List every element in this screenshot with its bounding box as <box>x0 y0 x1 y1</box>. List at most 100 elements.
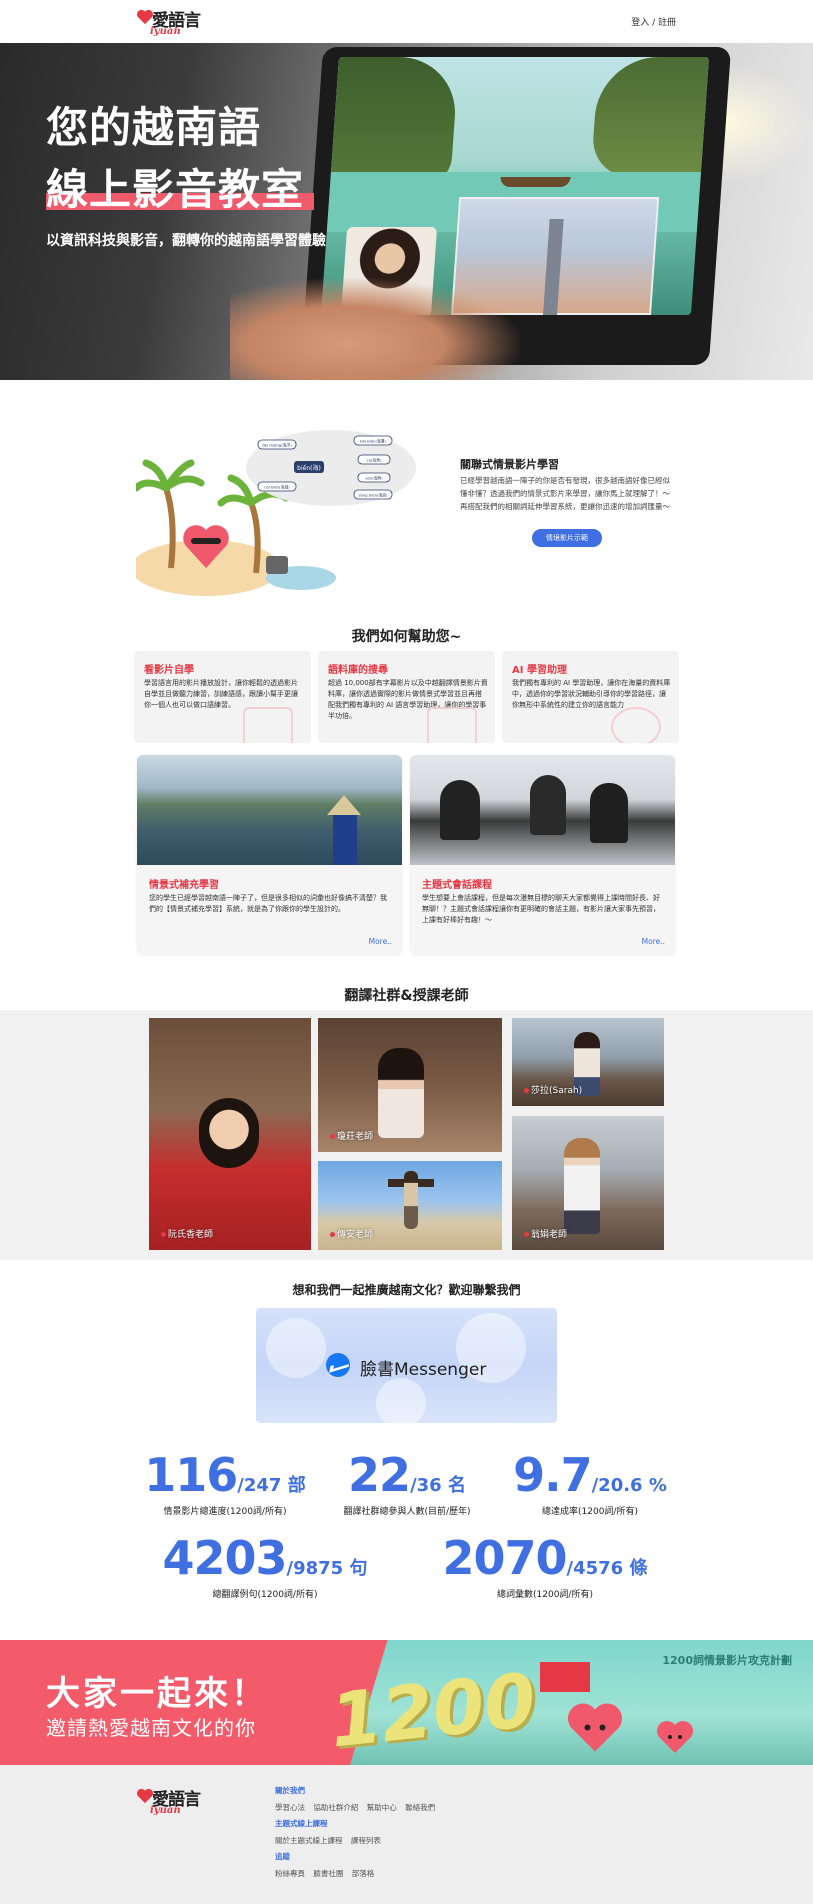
photo-card-supplementary[interactable]: 情景式補充學習 您的學生已經學習越南語一陣子了，但是很多相似的詞彙也好像搞不清楚… <box>137 755 402 954</box>
ai-icon <box>611 707 661 743</box>
footer-heading: 主題式線上課程 <box>275 1819 328 1828</box>
card-title: 看影片自學 <box>144 665 194 676</box>
messenger-contact-banner[interactable]: 臉書Messenger <box>256 1308 557 1423</box>
footer-link[interactable]: 粉絲專頁 <box>275 1869 305 1878</box>
photo-card-conversation[interactable]: 主題式會話課程 學生想要上會話課程，但是每次漫無目標的聊天大家都覺得上課時間好長… <box>410 755 675 954</box>
footer-link[interactable]: 學習心法 <box>275 1803 305 1812</box>
cliff-right <box>590 57 710 177</box>
teacher-name: 傳安老師 <box>337 1230 374 1240</box>
teacher-name: 瓊莊老師 <box>337 1132 374 1142</box>
stat-value: 4203 <box>162 1531 288 1585</box>
stat-total: /20.6 % <box>591 1475 667 1496</box>
feature-card-corpus[interactable]: 語料庫的搜尋 超過 10,000部有字幕影片以及中越翻譯情景影片資料庫，讓你透過… <box>318 651 495 743</box>
classroom-photo <box>410 755 675 865</box>
more-link[interactable]: More.. <box>369 937 392 946</box>
feature-title: 關聯式情景影片學習 <box>460 458 559 471</box>
teacher-photo-5[interactable]: 翁娟老師 <box>512 1116 664 1250</box>
card-title: 主題式會話課程 <box>422 880 492 891</box>
stat-label: 總達成率(1200詞/所有) <box>542 1507 638 1517</box>
grill <box>266 556 288 574</box>
palm-leaves-left <box>136 459 205 492</box>
camera-icon <box>427 707 477 743</box>
teacher-name: 翁娟老師 <box>531 1230 568 1240</box>
messenger-label: 臉書Messenger <box>360 1360 487 1380</box>
logo-subtext: iyuan <box>150 1805 181 1816</box>
stat-video-progress: 116/247 部 情景影片總進度(1200詞/所有) <box>140 1448 310 1517</box>
hero-subtitle: 以資訊科技與影音，翻轉你的越南語學習體驗 <box>46 233 326 249</box>
teacher-caption: 莎拉(Sarah) <box>524 1083 582 1096</box>
stat-total: /9875 句 <box>286 1558 368 1579</box>
lantern-decor <box>376 1378 426 1423</box>
person-blue-shirt <box>333 815 357 865</box>
footer-link[interactable]: 聯絡我們 <box>405 1803 435 1812</box>
mindmap-node-label: bãi biến(海灘) <box>360 439 386 444</box>
footer-section-courses: 主題式線上課程 關於主題式線上課程 課程列表 <box>275 1818 387 1846</box>
stat-sentences: 4203/9875 句 總翻譯例句(1200詞/所有) <box>150 1531 380 1600</box>
card-description: 您的學生已經學習越南語一陣子了，但是很多相似的詞彙也好像搞不清楚？我們的【情景式… <box>149 894 387 913</box>
red-dot-icon <box>524 1088 529 1093</box>
more-link[interactable]: More.. <box>642 937 665 946</box>
teacher-photo-4[interactable]: 傳安老師 <box>318 1161 502 1250</box>
help-heading: 我們如何幫助您~ <box>351 629 462 645</box>
teacher-caption: 傳安老師 <box>330 1227 373 1240</box>
footer-link[interactable]: 關於主題式線上課程 <box>275 1836 343 1845</box>
red-dot-icon <box>161 1232 166 1237</box>
teacher-face <box>199 1098 259 1168</box>
mindmap-node-label: cõi biến(海域) <box>264 485 290 490</box>
login-register-link[interactable]: 登入 / 註冊 <box>631 15 676 28</box>
feature-description: 已經學習越南語一陣子的你是否有發現，很多越南語好像已經似懂非懂？透過我們的情景式… <box>460 476 670 511</box>
conical-hat <box>327 795 361 815</box>
stat-value: 116 <box>144 1448 238 1502</box>
stat-value: 22 <box>348 1448 411 1502</box>
teacher-caption: 翁娟老師 <box>524 1227 567 1240</box>
mindmap-node-label: sơn(海鮮) <box>365 476 383 481</box>
community-heading: 翻譯社群&授課老師 <box>344 988 469 1004</box>
card-description: 我們獨有專利的 AI 學習助理，讓你在海量的資料庫中，透過你的學習狀況輔助引導你… <box>512 679 671 709</box>
footer-link[interactable]: 課程列表 <box>351 1836 381 1845</box>
stat-label: 總詞彙數(1200詞/所有) <box>497 1590 593 1600</box>
teacher-photo-2[interactable]: 瓊莊老師 <box>318 1018 502 1152</box>
teacher-photo-1[interactable]: 阮氏香老師 <box>149 1018 311 1250</box>
river-boats-photo <box>137 755 402 865</box>
footer-link[interactable]: 臉書社團 <box>313 1869 343 1878</box>
banner-subheadline: 邀請熱愛越南文化的你 <box>46 1716 256 1740</box>
teacher-caption: 阮氏香老師 <box>161 1227 213 1240</box>
card-description: 學生想要上會話課程，但是每次漫無目標的聊天大家都覺得上課時間好長、好無聊！？主題… <box>422 894 660 924</box>
mindmap-node-label: sóng biến(海浪) <box>358 493 388 498</box>
mindmap-node-label: đại dương(海洋) <box>262 443 292 448</box>
video-icon <box>243 707 293 743</box>
site-logo[interactable]: 愛語言 iyuan <box>136 4 216 38</box>
campaign-banner[interactable]: 1200 大家一起來！ 邀請熱愛越南文化的你 1200詞情景影片攻克計劃 <box>0 1640 813 1765</box>
teacher-photo-3[interactable]: 莎拉(Sarah) <box>512 1018 664 1106</box>
messenger-icon <box>326 1353 350 1377</box>
demo-video-button[interactable]: 情境影片示範 <box>532 529 602 547</box>
stat-label: 情景影片總進度(1200詞/所有) <box>163 1507 287 1517</box>
footer-link[interactable]: 幫助中心 <box>367 1803 397 1812</box>
stat-participants: 22/36 名 翻譯社群總參與人數(目前/歷年) <box>322 1448 492 1517</box>
footer-link[interactable]: 協助社群介紹 <box>313 1803 358 1812</box>
card-title: 語料庫的搜尋 <box>328 665 388 676</box>
feature-card-video[interactable]: 看影片自學 學習語言用的影片播放設計，讓你輕鬆的透過影片自學並且做聽力練習，訓練… <box>134 651 311 743</box>
vietnam-flag <box>540 1662 590 1692</box>
laptop-screen-image <box>320 57 710 315</box>
footer-heading: 關於我們 <box>275 1786 305 1795</box>
teacher-caption: 瓊莊老師 <box>330 1129 373 1142</box>
island-mindmap-illustration: biến(海) đại dương(海洋) cõi biến(海域) bãi b… <box>136 430 416 596</box>
student-2 <box>530 775 566 835</box>
footer-logo[interactable]: 愛語言 iyuan <box>136 1783 216 1817</box>
teacher-figure <box>378 1048 424 1138</box>
stat-completion-rate: 9.7/20.6 % 總達成率(1200詞/所有) <box>500 1448 680 1517</box>
tower <box>542 219 564 315</box>
footer: 愛語言 iyuan 關於我們 學習心法 協助社群介紹 幫助中心 聯絡我們 主題式… <box>0 1765 813 1904</box>
card-title: 情景式補充學習 <box>149 880 219 891</box>
sunglasses <box>191 538 221 544</box>
student-3 <box>590 783 628 843</box>
mindmap-node-label: cá(海魚) <box>367 458 382 463</box>
banner-headline: 大家一起來！ <box>46 1674 268 1714</box>
footer-section-follow: 追蹤 粉絲專頁 臉書社團 部落格 <box>275 1851 380 1879</box>
cliff-left <box>329 57 460 187</box>
stat-total: /4576 條 <box>566 1558 648 1579</box>
stat-label: 總翻譯例句(1200詞/所有) <box>212 1590 318 1600</box>
footer-link[interactable]: 部落格 <box>352 1869 375 1878</box>
feature-card-ai[interactable]: AI 學習助理 我們獨有專利的 AI 學習助理，讓你在海量的資料庫中，透過你的學… <box>502 651 679 743</box>
